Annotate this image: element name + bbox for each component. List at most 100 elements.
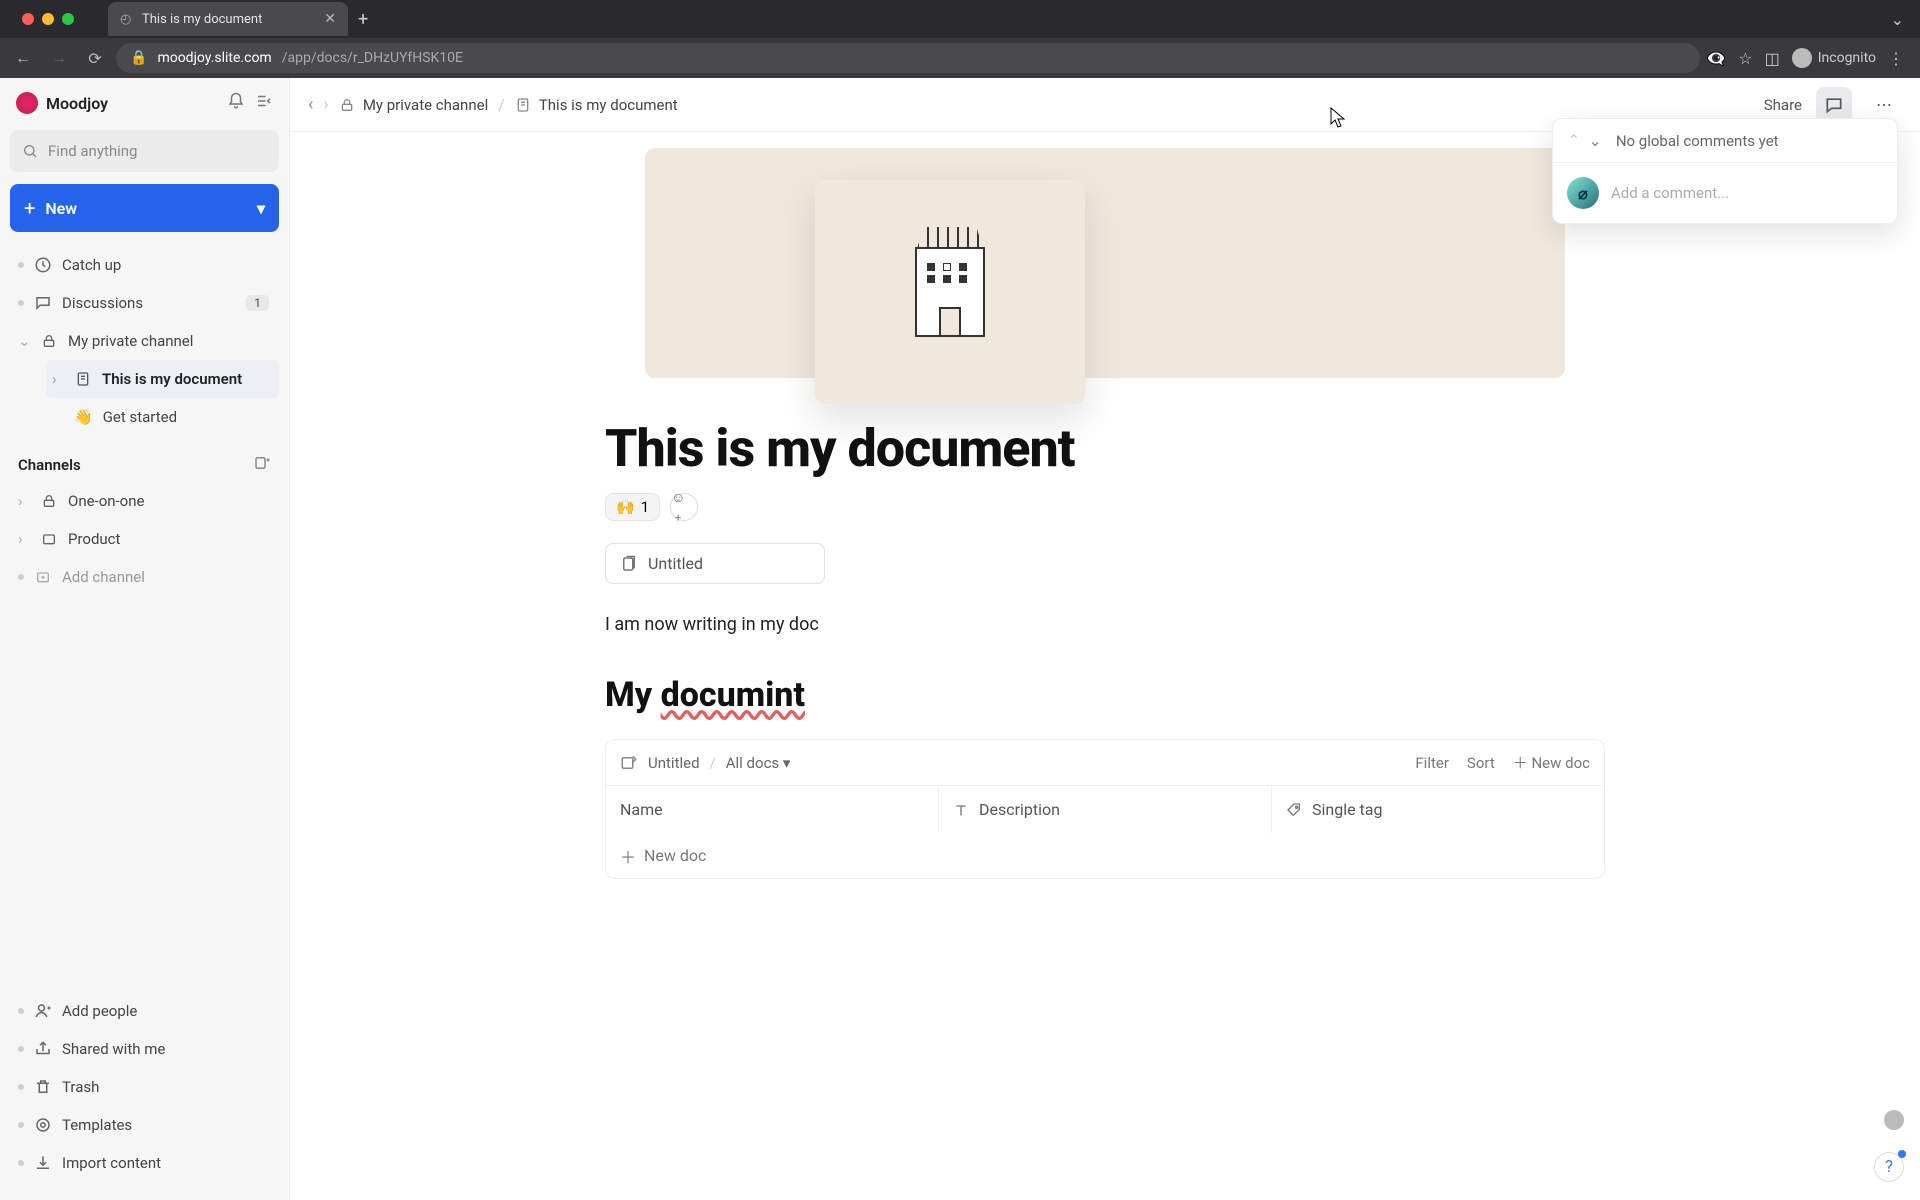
incognito-pill[interactable]: Incognito <box>1792 48 1876 68</box>
window-minimize-icon[interactable] <box>42 13 54 25</box>
search-placeholder: Find anything <box>48 142 137 160</box>
window-close-icon[interactable] <box>22 13 34 25</box>
share-icon <box>34 1040 52 1058</box>
table-source-label[interactable]: Untitled <box>648 754 700 772</box>
doc-icon <box>515 97 531 113</box>
main-area: ‹ › My private channel / This is my docu… <box>290 78 1920 1200</box>
table-filter-button[interactable]: Filter <box>1415 754 1449 772</box>
folder-icon <box>40 531 58 547</box>
sidebar-item-label: Product <box>68 530 120 548</box>
share-button[interactable]: Share <box>1764 96 1802 114</box>
comments-empty-label: No global comments yet <box>1616 132 1779 150</box>
child-doc-label: Untitled <box>648 554 703 573</box>
browser-menu-icon[interactable]: ⋮ <box>1888 49 1904 68</box>
chevron-right-icon[interactable]: › <box>52 370 64 388</box>
add-row-label: New doc <box>644 846 706 865</box>
heading-2[interactable]: My documint <box>605 675 1605 715</box>
bullet-icon <box>18 574 24 580</box>
incognito-icon <box>1792 48 1812 68</box>
breadcrumb-doc[interactable]: This is my document <box>515 96 678 114</box>
table-link-icon <box>620 754 638 772</box>
tab-list-button[interactable]: ⌄ <box>1891 10 1904 29</box>
sidebar-doc-this-is-my-document[interactable]: › This is my document <box>46 360 279 398</box>
page-title[interactable]: This is my document <box>605 418 1605 479</box>
comments-next-button[interactable]: ⌄ <box>1588 131 1601 150</box>
sidebar-add-people[interactable]: Add people <box>10 992 279 1030</box>
download-icon <box>34 1154 52 1172</box>
table-scope-dropdown[interactable]: All docs ▾ <box>726 754 791 772</box>
tag-icon <box>1286 802 1302 818</box>
browser-tab[interactable]: ◴ This is my document ✕ <box>108 2 348 36</box>
workspace-switcher[interactable]: Moodjoy <box>10 88 279 118</box>
browser-forward-button: → <box>44 43 74 73</box>
badge-count: 1 <box>246 295 269 311</box>
table-header-bar: Untitled / All docs ▾ Filter Sort ＋ New … <box>605 739 1605 785</box>
new-button[interactable]: + New ▾ <box>10 184 279 232</box>
presence-avatar-icon[interactable] <box>1884 1110 1904 1130</box>
reaction-pill[interactable]: 🙌 1 <box>605 493 660 521</box>
add-reaction-button[interactable]: ☺﹢ <box>670 493 698 521</box>
lock-icon <box>40 333 58 349</box>
notifications-icon[interactable] <box>227 92 245 114</box>
bullet-icon <box>18 262 24 268</box>
new-tab-button[interactable]: + <box>358 9 368 30</box>
table-new-doc-button[interactable]: ＋ New doc <box>1513 752 1590 773</box>
help-button[interactable]: ? <box>1874 1152 1904 1182</box>
plus-icon: + <box>24 196 35 220</box>
column-label: Name <box>620 800 663 819</box>
breadcrumb-separator: / <box>498 95 505 114</box>
separator: / <box>710 754 716 772</box>
sidebar-item-private-channel[interactable]: ⌄ My private channel <box>10 322 279 360</box>
tab-title: This is my document <box>142 12 262 27</box>
doc-stack-icon <box>620 555 638 573</box>
sidebar-add-channel[interactable]: Add channel <box>10 558 279 596</box>
search-input[interactable]: Find anything <box>10 130 279 172</box>
sidebar-item-discussions[interactable]: Discussions 1 <box>10 284 279 322</box>
doc-back-button[interactable]: ‹ <box>308 94 313 115</box>
table-sort-button[interactable]: Sort <box>1467 754 1495 772</box>
doc-forward-button: › <box>323 94 328 115</box>
browser-right-controls: 👁‍🗨 ☆ ◫ Incognito ⋮ <box>1706 48 1912 68</box>
browser-reload-button[interactable]: ⟳ <box>80 43 110 73</box>
sidebar-channel-product[interactable]: › Product <box>10 520 279 558</box>
body-paragraph[interactable]: I am now writing in my doc <box>605 614 1605 635</box>
sidebar-doc-get-started[interactable]: 👋 Get started <box>46 398 279 436</box>
bullet-icon <box>18 1046 24 1052</box>
table-add-row-button[interactable]: ＋ New doc <box>605 833 1605 879</box>
bullet-icon <box>18 300 24 306</box>
breadcrumb-channel[interactable]: My private channel <box>339 96 488 114</box>
sidebar-trash[interactable]: Trash <box>10 1068 279 1106</box>
search-icon <box>22 143 38 159</box>
chevron-right-icon[interactable]: › <box>18 492 30 510</box>
comment-icon <box>1824 95 1844 115</box>
add-channel-panel-icon[interactable] <box>253 454 271 476</box>
cover-image[interactable] <box>645 148 1565 378</box>
bullet-icon <box>18 1160 24 1166</box>
sidebar-shared-with-me[interactable]: Shared with me <box>10 1030 279 1068</box>
browser-back-button[interactable]: ← <box>8 43 38 73</box>
chevron-right-icon[interactable]: › <box>18 530 30 548</box>
sidebar-channel-one-on-one[interactable]: › One-on-one <box>10 482 279 520</box>
collapse-sidebar-icon[interactable] <box>255 92 273 114</box>
tab-bar: ◴ This is my document ✕ + ⌄ <box>0 0 1920 38</box>
url-bar[interactable]: 🔒 moodjoy.slite.com/app/docs/r_DHzUYfHSK… <box>116 43 1700 73</box>
eye-off-icon[interactable]: 👁‍🗨 <box>1706 49 1726 68</box>
star-icon[interactable]: ☆ <box>1738 49 1752 68</box>
sidebar-item-catch-up[interactable]: Catch up <box>10 246 279 284</box>
browser-nav-bar: ← → ⟳ 🔒 moodjoy.slite.com/app/docs/r_DHz… <box>0 38 1920 78</box>
comment-input[interactable]: Add a comment... <box>1611 184 1729 202</box>
tab-close-icon[interactable]: ✕ <box>324 11 336 27</box>
sidebar-templates[interactable]: Templates <box>10 1106 279 1144</box>
window-zoom-icon[interactable] <box>62 13 74 25</box>
chevron-down-icon[interactable]: ⌄ <box>18 332 30 350</box>
column-header-description[interactable]: Description <box>939 786 1272 833</box>
sidebar-import-content[interactable]: Import content <box>10 1144 279 1182</box>
chevron-down-icon[interactable]: ▾ <box>257 199 265 218</box>
column-header-name[interactable]: Name <box>606 786 939 833</box>
sidebar-item-label: One-on-one <box>68 492 144 510</box>
url-path: /app/docs/r_DHzUYfHSK10E <box>282 50 463 66</box>
column-header-single-tag[interactable]: Single tag <box>1272 786 1604 833</box>
lock-icon <box>339 97 355 113</box>
panel-icon[interactable]: ◫ <box>1765 49 1780 68</box>
child-doc-link[interactable]: Untitled <box>605 543 825 584</box>
